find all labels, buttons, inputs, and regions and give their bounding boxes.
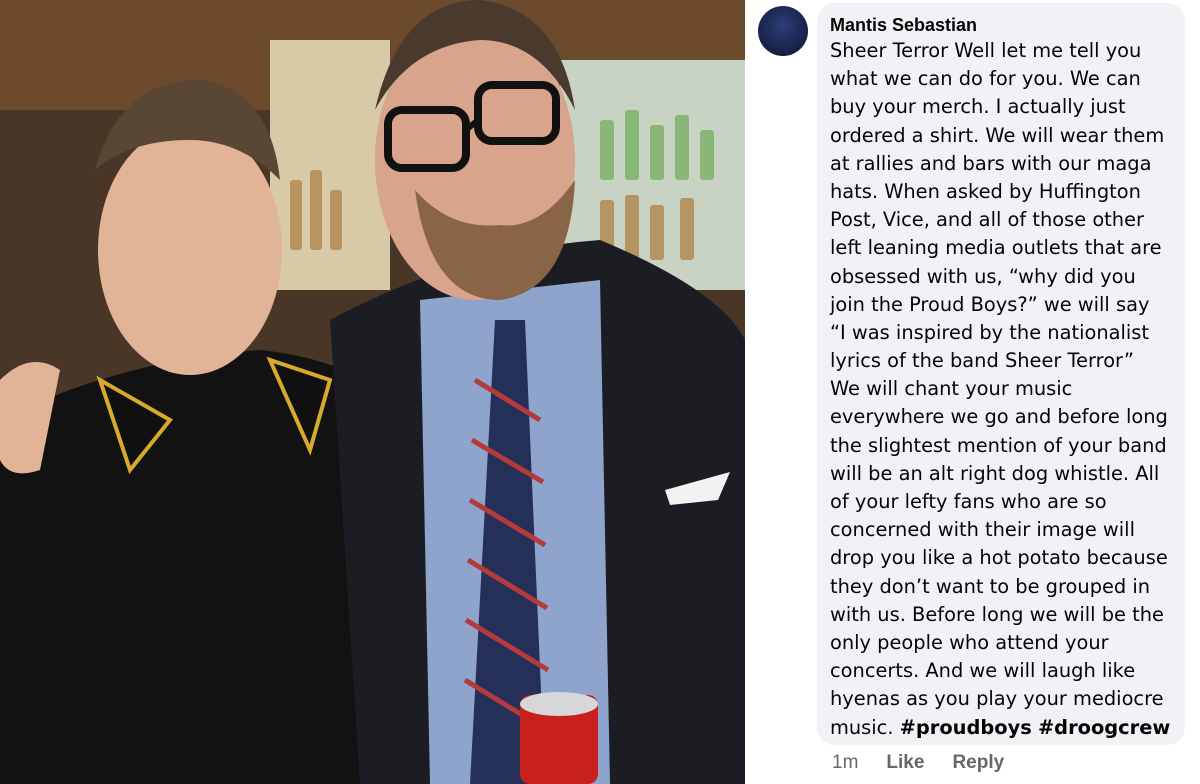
comment-line: ordered a shirt. We will wear them	[830, 123, 1165, 147]
comment-line: what we can do for you. We can	[830, 67, 1141, 91]
comment-actions: 1m Like Reply	[832, 748, 1004, 778]
comment-line: of your lefty fans who are so	[830, 490, 1107, 513]
comment-line: join the Proud Boys?” we will say	[830, 292, 1150, 316]
comment-line: obsessed with us, “why did you	[830, 264, 1136, 288]
comment-line: We will chant your music	[830, 377, 1073, 401]
comment-timestamp[interactable]: 1m	[832, 752, 858, 774]
comment-line: at rallies and bars with our maga	[830, 151, 1152, 175]
comment-line: drop you like a hot potato because	[830, 546, 1168, 570]
photo	[0, 0, 745, 784]
hashtag-proudboys[interactable]: #proudboys	[900, 716, 1032, 739]
comment-line: everywhere we go and before long	[830, 405, 1168, 429]
hashtag-droogcrew[interactable]: #droogcrew	[1038, 716, 1170, 739]
reply-button[interactable]: Reply	[952, 752, 1004, 774]
comment-line: concerts. And we will laugh like	[830, 659, 1136, 683]
comment-line: lyrics of the band Sheer Terror”	[830, 349, 1134, 373]
comment-line: only people who attend your	[830, 630, 1109, 654]
comment-line: will be an alt right dog whistle. All	[830, 461, 1160, 485]
comment-line: left leaning media outlets that are	[830, 236, 1162, 260]
comment-line-prefix: music.	[830, 715, 900, 739]
comment-line: hyenas as you play your mediocre	[830, 687, 1164, 711]
comment-bubble: Mantis Sebastian Sheer Terror Well let m…	[817, 3, 1185, 745]
comment-line: Sheer Terror Well let me tell you	[830, 39, 1142, 62]
photo-image	[0, 0, 745, 784]
comment-author[interactable]: Mantis Sebastian	[830, 13, 1185, 37]
profile-avatar[interactable]	[758, 6, 808, 56]
like-button[interactable]: Like	[886, 752, 924, 774]
comment-line: “I was inspired by the nationalist	[830, 320, 1149, 344]
comment-line: Post, Vice, and all of those other	[830, 208, 1144, 232]
comment-body: Sheer Terror Well let me tell you what w…	[830, 37, 1185, 742]
comment-line: hats. When asked by Huffington	[830, 179, 1141, 203]
comment-line: buy your merch. I actually just	[830, 95, 1126, 119]
comment: Mantis Sebastian Sheer Terror Well let m…	[745, 0, 1200, 784]
comment-line: the slightest mention of your band	[830, 433, 1167, 457]
comment-line: with us. Before long we will be the	[830, 602, 1164, 626]
comment-line: they don’t want to be grouped in	[830, 574, 1151, 598]
comment-line: concerned with their image will	[830, 518, 1135, 542]
comment-last-line: music. #proudboys #droogcrew	[830, 714, 1185, 742]
